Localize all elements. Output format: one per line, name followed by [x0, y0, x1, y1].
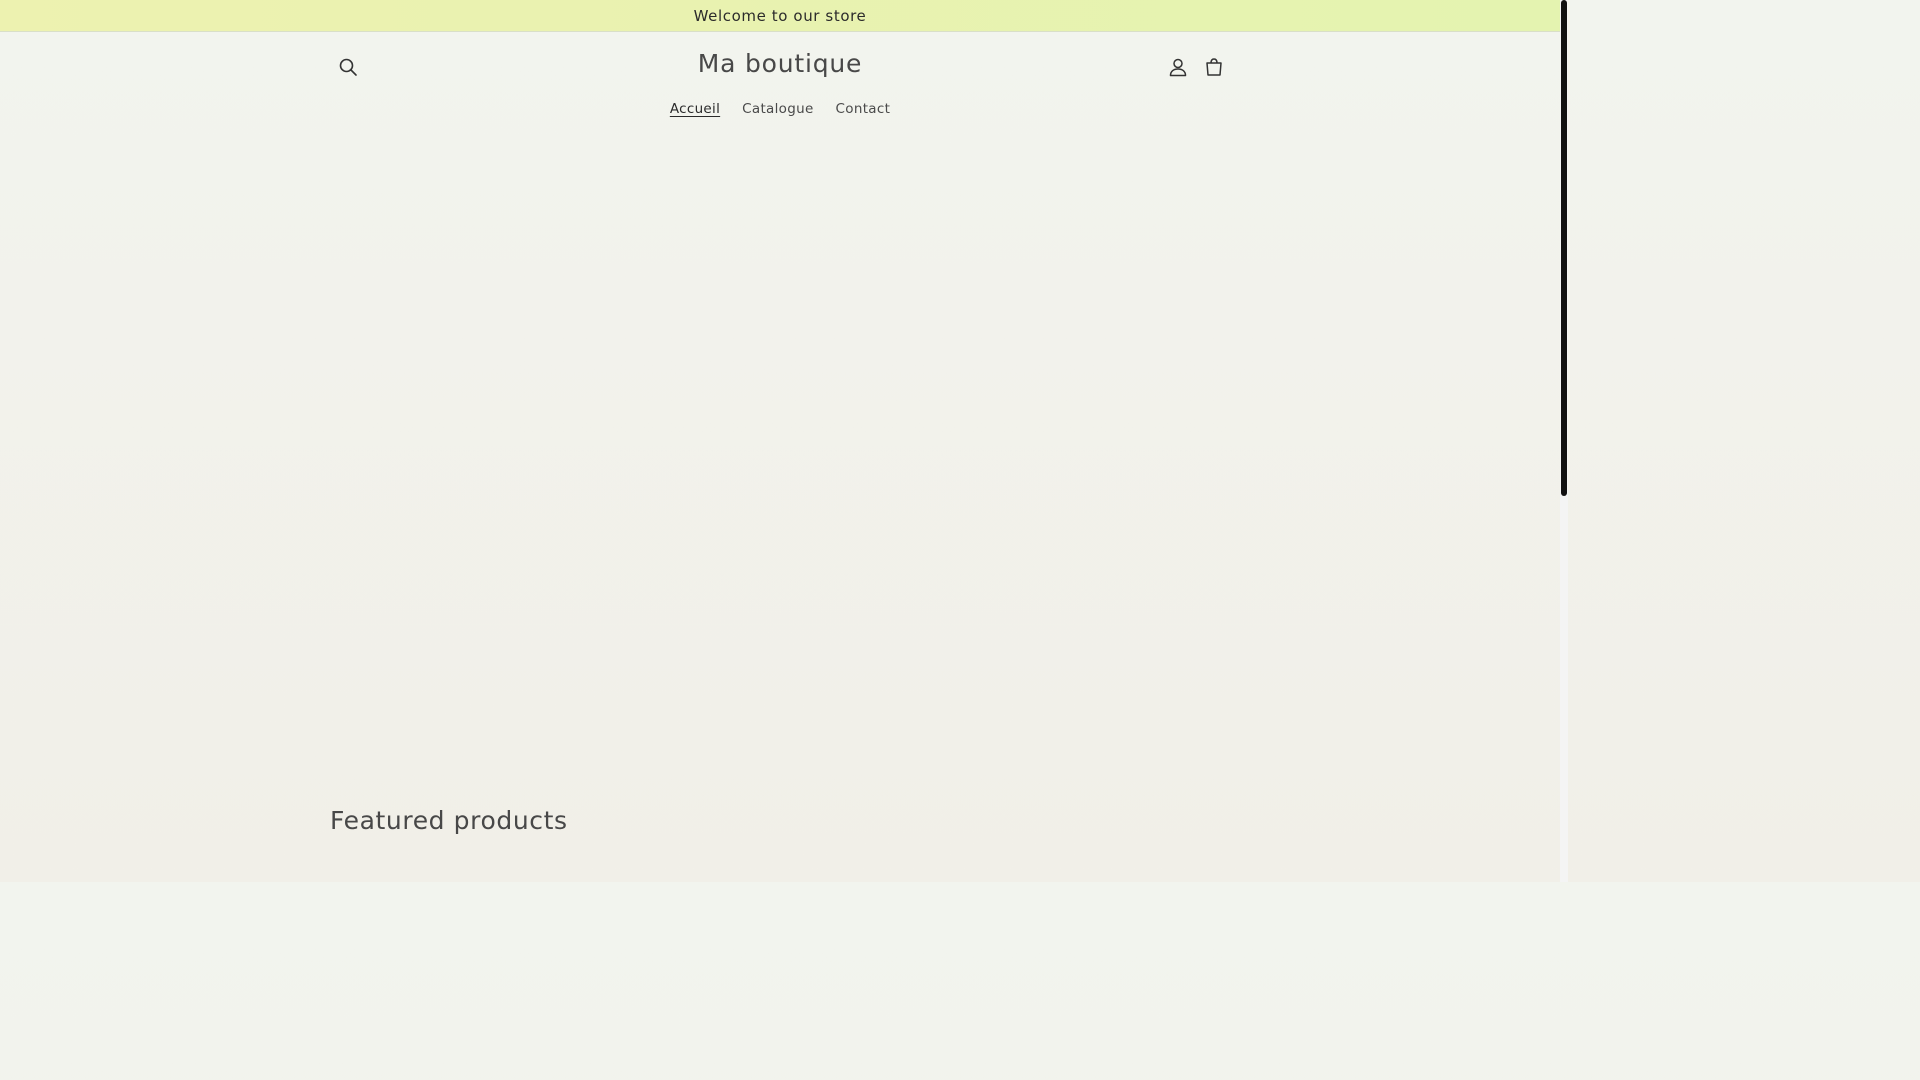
- cart-button[interactable]: [1196, 49, 1232, 85]
- account-button[interactable]: [1160, 49, 1196, 85]
- nav-item-contact[interactable]: Contact: [826, 101, 901, 117]
- nav-item-catalogue[interactable]: Catalogue: [732, 101, 823, 117]
- account-icon: [1169, 58, 1187, 77]
- page-scrollbar[interactable]: [1560, 0, 1568, 882]
- hero-banner: [0, 134, 1560, 774]
- nav-item-accueil[interactable]: Accueil: [660, 101, 730, 117]
- announcement-bar: Welcome to our store: [0, 0, 1560, 32]
- cart-icon: [1206, 58, 1222, 76]
- site-header: Ma boutique Accueil Catalogue Contact: [0, 33, 1560, 133]
- main-nav: Accueil Catalogue Contact: [0, 101, 1560, 117]
- announcement-text: Welcome to our store: [693, 6, 867, 25]
- store-logo[interactable]: Ma boutique: [580, 49, 980, 78]
- scrollbar-thumb[interactable]: [1561, 0, 1567, 496]
- search-button[interactable]: [330, 49, 366, 85]
- search-icon: [339, 58, 357, 76]
- featured-products-heading: Featured products: [330, 806, 568, 835]
